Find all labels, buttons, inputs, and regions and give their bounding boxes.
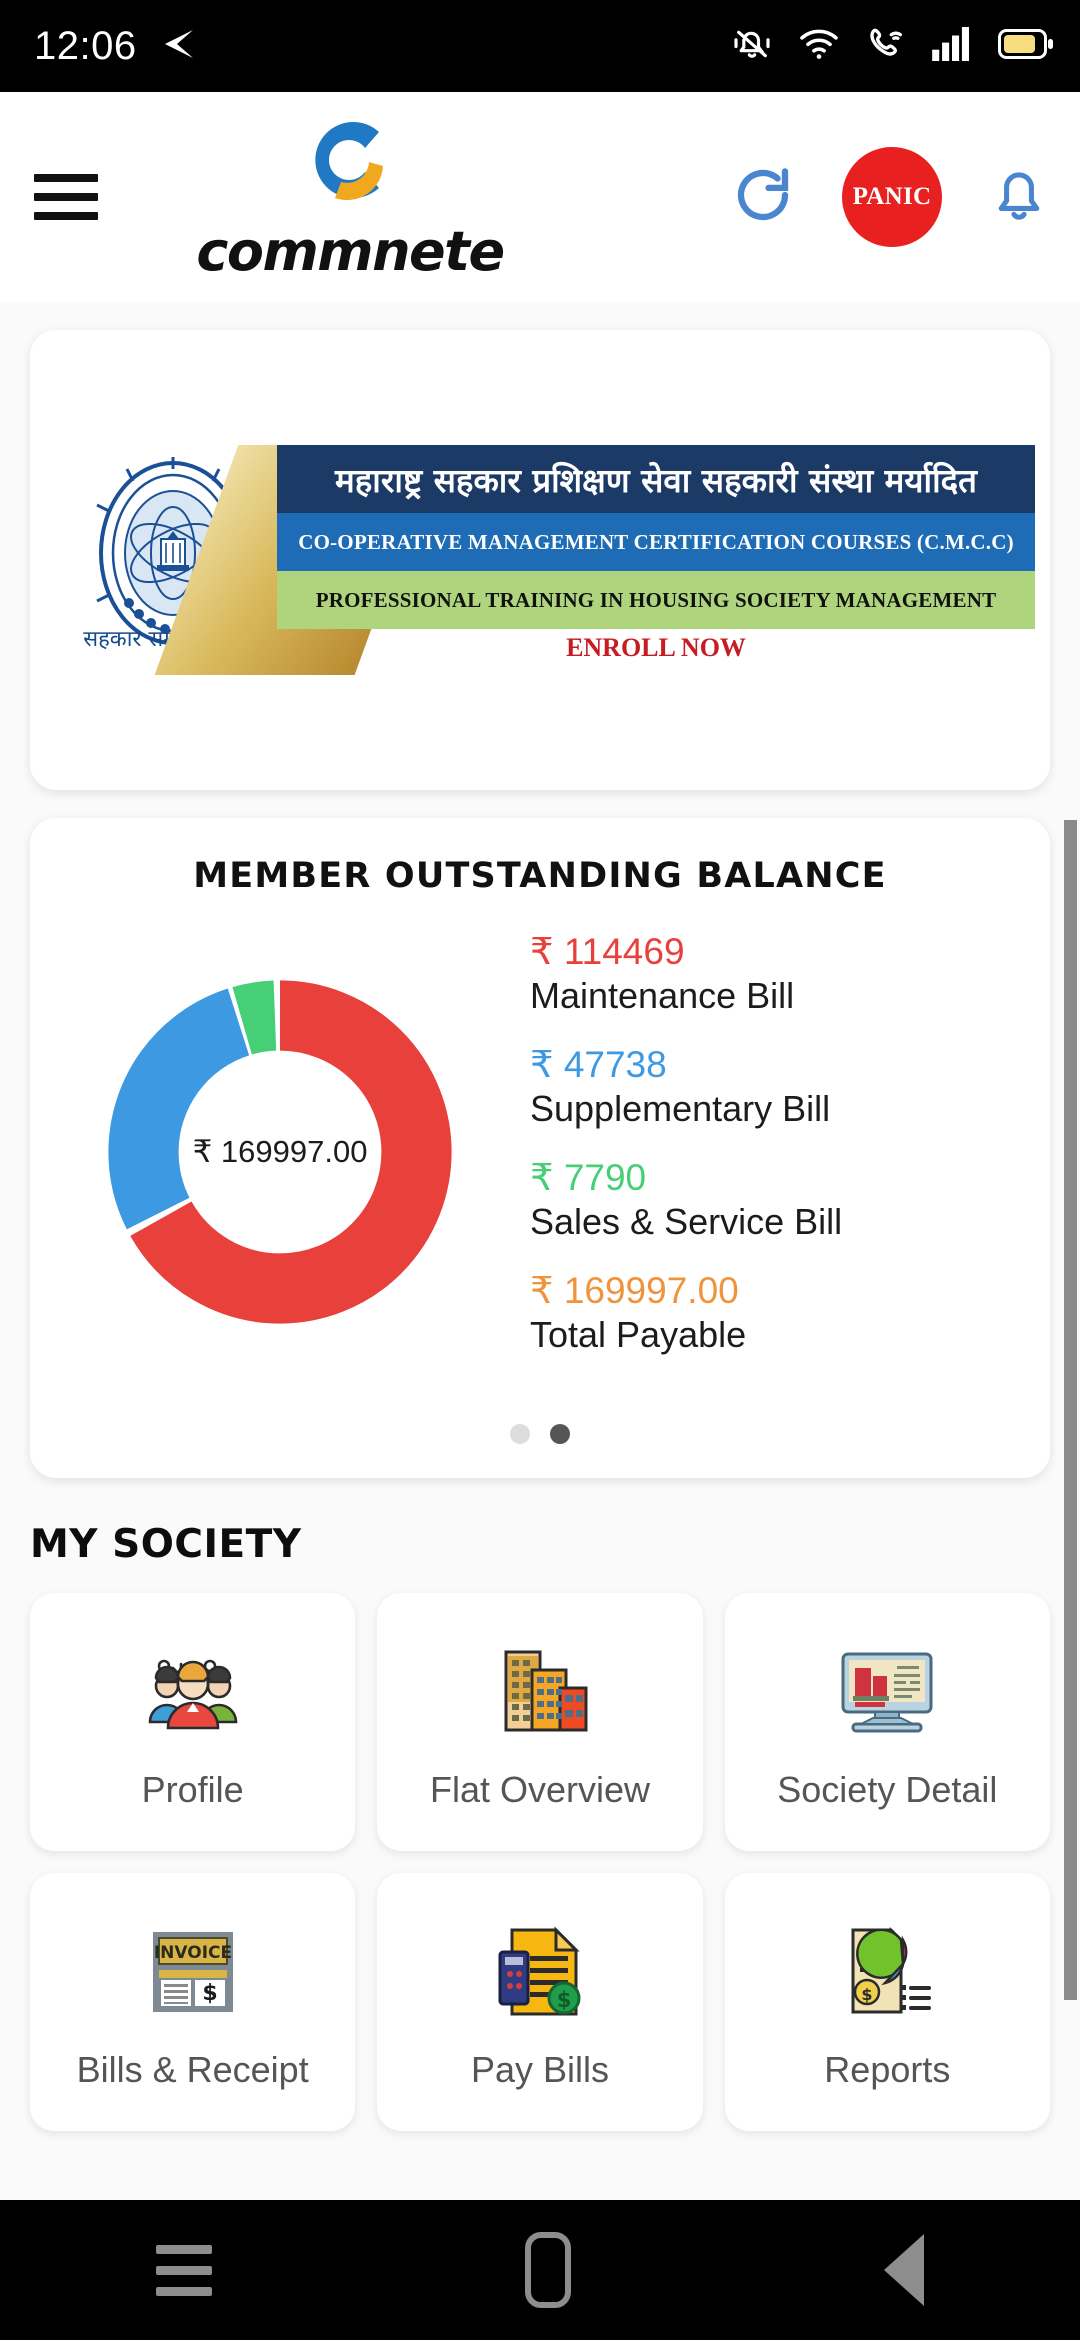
home-icon[interactable] <box>524 2232 571 2308</box>
tile-label: Flat Overview <box>429 1769 651 1810</box>
hamburger-bar <box>34 212 98 220</box>
banner-line-3: PROFESSIONAL TRAINING IN HOUSING SOCIETY… <box>277 571 1035 629</box>
svg-text:INVOICE: INVOICE <box>154 1943 232 1963</box>
legend-item: ₹ 47738 Supplementary Bill <box>530 1043 1050 1130</box>
buildings-icon <box>481 1633 599 1751</box>
legend-item: ₹ 169997.00 Total Payable <box>530 1269 1050 1356</box>
back-icon[interactable] <box>883 2234 924 2306</box>
vowifi-call-icon <box>866 25 906 68</box>
carousel-dot-2[interactable] <box>550 1424 570 1444</box>
vertical-scrollbar[interactable] <box>1064 820 1077 2000</box>
status-bar-left: 12:06 <box>34 24 197 69</box>
invoice-icon: INVOICE $ <box>134 1913 252 2031</box>
hamburger-bar <box>34 193 98 201</box>
vibrate-off-icon <box>732 24 772 69</box>
people-group-icon <box>134 1633 252 1751</box>
tile-flat-overview[interactable]: Flat Overview <box>377 1593 703 1851</box>
donut-center-total: ₹ 169997.00 <box>192 1134 368 1169</box>
recents-bar <box>156 2244 213 2254</box>
tile-reports[interactable]: $ Reports <box>724 1873 1050 2131</box>
enroll-now-cta[interactable]: ENROLL NOW <box>277 633 1035 663</box>
legend-item: ₹ 114469 Maintenance Bill <box>530 930 1050 1017</box>
status-bar: 12:06 <box>0 0 1080 92</box>
commnete-logo-mark <box>287 110 413 218</box>
balance-card-title: MEMBER OUTSTANDING BALANCE <box>193 856 887 896</box>
banner-bands: महाराष्ट्र सहकार प्रशिक्षण सेवा सहकारी स… <box>277 445 1035 630</box>
tile-label: Reports <box>824 2049 951 2090</box>
scroll-content[interactable]: सहकार समृद्धि व ज्ञान! महाराष्ट्र सहकार … <box>0 302 1080 2200</box>
pay-document-calculator-icon: $ <box>481 1913 599 2031</box>
banner-line-2-text: CO-OPERATIVE MANAGEMENT CERTIFICATION CO… <box>298 529 1014 554</box>
desktop-monitor-icon <box>828 1633 946 1751</box>
tile-pay-bills[interactable]: $ Pay Bills <box>377 1873 703 2131</box>
status-bar-clock: 12:06 <box>34 23 137 68</box>
app-logo: commnete <box>196 110 505 283</box>
my-society-grid: Profile Flat Overview Society Detail INV… <box>0 1567 1080 2131</box>
my-society-section-title: MY SOCIETY <box>30 1522 302 1567</box>
svg-text:$: $ <box>202 1981 217 2006</box>
carousel-pager[interactable] <box>30 1424 1050 1444</box>
refresh-icon[interactable] <box>730 162 796 233</box>
legend-label: Total Payable <box>530 1314 747 1355</box>
svg-text:$: $ <box>862 1985 873 2004</box>
header-actions: PANIC <box>730 92 1050 302</box>
recents-icon[interactable] <box>156 2244 213 2296</box>
banner-line-1-text: महाराष्ट्र सहकार प्रशिक्षण सेवा सहकारी स… <box>335 460 977 500</box>
android-navigation-bar <box>0 2200 1080 2340</box>
status-bar-right <box>732 24 1054 69</box>
banner-line-3-text: PROFESSIONAL TRAINING IN HOUSING SOCIETY… <box>315 587 997 612</box>
panic-button[interactable]: PANIC <box>842 147 942 247</box>
banner-line-2: CO-OPERATIVE MANAGEMENT CERTIFICATION CO… <box>277 513 1035 571</box>
brand-wordmark: commnete <box>196 220 505 283</box>
hamburger-bar <box>34 174 98 182</box>
wifi-icon <box>798 27 840 66</box>
legend-amount: ₹ 47738 <box>530 1044 667 1085</box>
tile-label: Bills & Receipt <box>76 2049 309 2090</box>
legend-item: ₹ 7790 Sales & Service Bill <box>530 1156 1050 1243</box>
legend-label: Sales & Service Bill <box>530 1201 843 1242</box>
banner-line-1: महाराष्ट्र सहकार प्रशिक्षण सेवा सहकारी स… <box>277 445 1035 513</box>
promo-banner-card[interactable]: सहकार समृद्धि व ज्ञान! महाराष्ट्र सहकार … <box>30 330 1050 790</box>
balance-card-body: ₹ 169997.00 ₹ 114469 Maintenance Bill ₹ … <box>30 922 1050 1382</box>
carousel-dot-1[interactable] <box>510 1424 530 1444</box>
recents-bar <box>156 2265 213 2275</box>
legend-amount: ₹ 114469 <box>530 931 685 972</box>
tile-label: Pay Bills <box>470 2049 610 2090</box>
report-piechart-icon: $ <box>828 1913 946 2031</box>
outstanding-donut-chart: ₹ 169997.00 <box>30 922 530 1382</box>
legend-label: Maintenance Bill <box>530 975 795 1016</box>
svg-text:$: $ <box>557 1988 572 2012</box>
tile-label: Profile <box>141 1769 244 1810</box>
hamburger-menu-icon[interactable] <box>34 165 98 229</box>
tile-society-detail[interactable]: Society Detail <box>724 1593 1050 1851</box>
tile-label: Society Detail <box>777 1769 998 1810</box>
member-outstanding-balance-card: MEMBER OUTSTANDING BALANCE ₹ 169997.00 ₹… <box>30 818 1050 1478</box>
legend-label: Supplementary Bill <box>530 1088 831 1129</box>
legend-amount: ₹ 169997.00 <box>530 1270 739 1311</box>
legend-amount: ₹ 7790 <box>530 1157 647 1198</box>
tile-bills-and-receipt[interactable]: INVOICE $ Bills & Receipt <box>30 1873 356 2131</box>
recents-bar <box>156 2286 213 2296</box>
battery-icon <box>998 28 1054 64</box>
signal-bars-icon <box>932 26 972 66</box>
app-header: commnete PANIC <box>0 92 1080 302</box>
phone-screen: 12:06 commnete PANIC सहकार महाराष्ट्र सह… <box>0 0 1080 2340</box>
balance-legend: ₹ 114469 Maintenance Bill ₹ 47738 Supple… <box>530 922 1050 1382</box>
tile-profile[interactable]: Profile <box>30 1593 356 1851</box>
cmcc-banner: सहकार समृद्धि व ज्ञान! महाराष्ट्र सहकार … <box>45 445 1035 675</box>
notification-bell-icon[interactable] <box>988 162 1050 233</box>
send-arrow-icon <box>159 28 197 65</box>
